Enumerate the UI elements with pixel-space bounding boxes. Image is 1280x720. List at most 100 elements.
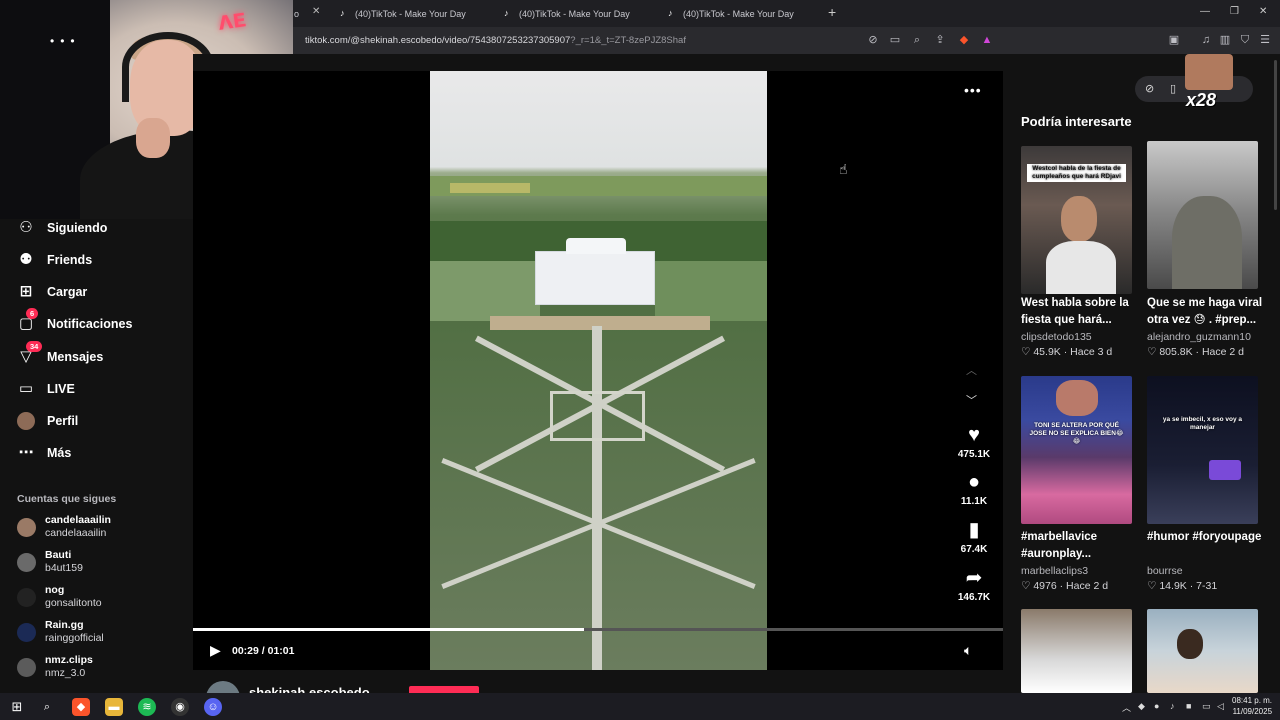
tray-app-icon[interactable]: ● xyxy=(1154,701,1159,711)
sidebar-item-profile[interactable]: Perfil xyxy=(17,410,78,432)
compass-icon[interactable]: ⊘ xyxy=(1145,82,1154,95)
video-thumbnail[interactable]: ya se imbecil, x eso voy a manejar xyxy=(1147,376,1258,524)
network-icon[interactable]: ▭ xyxy=(1202,701,1211,712)
file-explorer-icon[interactable]: ▬ xyxy=(105,698,123,716)
profile-avatar xyxy=(17,412,35,430)
minimize-icon[interactable]: — xyxy=(1200,6,1210,17)
sidebar-item-following[interactable]: ⚇ Siguiendo xyxy=(17,217,107,239)
video-thumbnail[interactable] xyxy=(1147,609,1258,693)
video-thumbnail[interactable] xyxy=(1147,141,1258,289)
following-account[interactable]: Rain.gg rainggofficial xyxy=(17,618,104,646)
brave-shield-icon[interactable]: ◆ xyxy=(957,33,971,47)
menu-icon[interactable]: ☰ xyxy=(1258,33,1272,47)
following-account[interactable]: nmz.clips nmz_3.0 xyxy=(17,653,93,681)
taskbar xyxy=(0,693,1280,720)
sidebar-item-upload[interactable]: ⊞ Cargar xyxy=(17,281,88,303)
thumbnail-caption: ya se imbecil, x eso voy a manejar xyxy=(1162,416,1243,431)
like-button[interactable]: ♥ 475.1K xyxy=(952,424,996,460)
brave-browser-icon[interactable]: ◆ xyxy=(72,698,90,716)
wallet-icon[interactable]: ▣ xyxy=(1167,33,1181,47)
scrollbar[interactable] xyxy=(1274,60,1277,210)
card-username[interactable]: clipsdetodo135 xyxy=(1021,331,1092,343)
zoom-icon[interactable]: ⌕ xyxy=(910,33,924,47)
thumbnail-person xyxy=(1056,380,1098,416)
notification-badge: 6 xyxy=(26,308,39,319)
more-options-icon[interactable]: ••• xyxy=(964,82,982,98)
brave-rewards-icon[interactable]: ▲ xyxy=(980,33,994,47)
no-tracking-icon[interactable]: ⊘ xyxy=(866,33,880,47)
tray-app-icon[interactable]: ■ xyxy=(1186,701,1191,711)
tray-app-icon[interactable]: ◆ xyxy=(1138,701,1145,712)
video-thumbnail[interactable] xyxy=(1021,609,1132,693)
card-title[interactable]: #marbellavice #auronplay... xyxy=(1021,529,1137,563)
sidebar-item-more[interactable]: ⋯ Más xyxy=(17,442,72,464)
restore-icon[interactable]: ❐ xyxy=(1230,6,1239,17)
following-account[interactable]: candelaaailin candelaaailin xyxy=(17,513,111,541)
video-thumbnail[interactable]: TONI SE ALTERA POR QUÉ JOSE NO SE EXPLIC… xyxy=(1021,376,1132,524)
follow-button[interactable] xyxy=(409,686,479,693)
sidebar-item-notifications[interactable]: ▢ 6 Notificaciones xyxy=(17,308,132,335)
video-thumbnail[interactable]: Westcol habla de la fiesta de cumpleaños… xyxy=(1021,146,1132,294)
sidebar-item-label: LIVE xyxy=(47,382,75,396)
card-title[interactable]: #humor #foryoupage xyxy=(1147,529,1263,546)
sidebar-item-label: Siguiendo xyxy=(47,221,108,235)
sidebar-item-messages[interactable]: ▽ 34 Mensajes xyxy=(17,341,103,368)
share-count: 146.7K xyxy=(957,592,991,603)
comment-button[interactable]: ● 11.1K xyxy=(952,471,996,507)
tab-close-icon[interactable]: ✕ xyxy=(312,6,320,17)
heart-outline-icon: ♡ xyxy=(1147,580,1160,592)
sidebar-item-friends[interactable]: ⚉ Friends xyxy=(17,249,92,271)
speaker-icon[interactable]: ◁ xyxy=(1217,701,1224,712)
browser-tab-2[interactable]: ♪ (40)TikTok - Make Your Day xyxy=(496,4,638,23)
account-name: Bauti xyxy=(45,549,72,561)
search-icon[interactable]: ⌕ xyxy=(38,698,56,716)
card-age: 7-31 xyxy=(1196,580,1218,592)
tab-label: (40)TikTok - Make Your Day xyxy=(519,8,630,19)
vpn-shield-icon[interactable]: ⛉ xyxy=(1238,33,1252,47)
card-title[interactable]: West habla sobre la fiesta que hará... xyxy=(1021,295,1137,329)
media-icon[interactable]: ♫ xyxy=(1199,33,1213,47)
windows-start-icon[interactable]: ⊞ xyxy=(8,698,26,716)
card-username[interactable]: bourrse xyxy=(1147,565,1183,577)
previous-video-icon[interactable]: ︿ xyxy=(966,362,977,378)
card-title[interactable]: Que se me haga viral otra vez 😓 . #prep.… xyxy=(1147,295,1263,329)
clock[interactable]: 08:41 p. m. 11/09/2025 xyxy=(1232,695,1272,717)
close-window-icon[interactable]: ✕ xyxy=(1259,6,1267,17)
video-frame[interactable] xyxy=(430,71,767,670)
save-button[interactable]: ▮ 67.4K xyxy=(952,519,996,555)
card-username[interactable]: alejandro_guzmann10 xyxy=(1147,331,1251,343)
following-account[interactable]: Bauti b4ut159 xyxy=(17,548,83,576)
clock-time: 08:41 p. m. xyxy=(1232,696,1273,705)
next-video-icon[interactable]: ﹀ xyxy=(966,392,977,408)
share-icon[interactable]: ⇪ xyxy=(933,33,947,47)
obs-icon[interactable]: ◉ xyxy=(171,698,189,716)
progress-bar[interactable] xyxy=(193,628,1003,631)
browser-tab-1[interactable]: ♪ (40)TikTok - Make Your Day xyxy=(332,4,474,23)
sidebar-item-live[interactable]: ▭ LIVE xyxy=(17,378,75,400)
sidebar-toggle-icon[interactable]: ▥ xyxy=(1218,33,1232,47)
discord-icon[interactable]: ☺ xyxy=(204,698,222,716)
avatar xyxy=(17,517,36,537)
cast-icon[interactable]: ▭ xyxy=(888,33,902,47)
author-avatar[interactable] xyxy=(206,681,240,693)
new-tab-icon[interactable]: + xyxy=(828,4,836,20)
phone-icon[interactable]: ▯ xyxy=(1170,82,1176,95)
tiktok-icon: ♪ xyxy=(340,8,345,18)
author-name[interactable]: shekinah.escobedo xyxy=(249,685,370,693)
url-text[interactable]: tiktok.com/@shekinah.escobedo/video/7543… xyxy=(305,35,686,46)
card-meta: ♡ 805.8K · Hace 2 d xyxy=(1147,346,1244,358)
tray-chevron-icon[interactable]: ︿ xyxy=(1122,701,1131,714)
thumbnail-person xyxy=(1061,196,1097,242)
volume-icon[interactable]: 🔈︎ xyxy=(964,642,972,659)
spotify-icon[interactable]: ≋ xyxy=(138,698,156,716)
avatar xyxy=(17,552,36,572)
share-button[interactable]: ➦ 146.7K xyxy=(952,567,996,603)
light-dots: ••• xyxy=(50,34,81,48)
card-username[interactable]: marbellaclips3 xyxy=(1021,565,1088,577)
microphone-icon[interactable]: ♪ xyxy=(1170,701,1175,711)
tab-label: (40)TikTok - Make Your Day xyxy=(683,8,794,19)
account-handle: candelaaailin xyxy=(45,527,107,539)
browser-tab-3[interactable]: ♪ (40)TikTok - Make Your Day xyxy=(660,4,802,23)
play-icon[interactable]: ▶ xyxy=(210,642,221,659)
following-account[interactable]: nog gonsalitonto xyxy=(17,583,102,611)
